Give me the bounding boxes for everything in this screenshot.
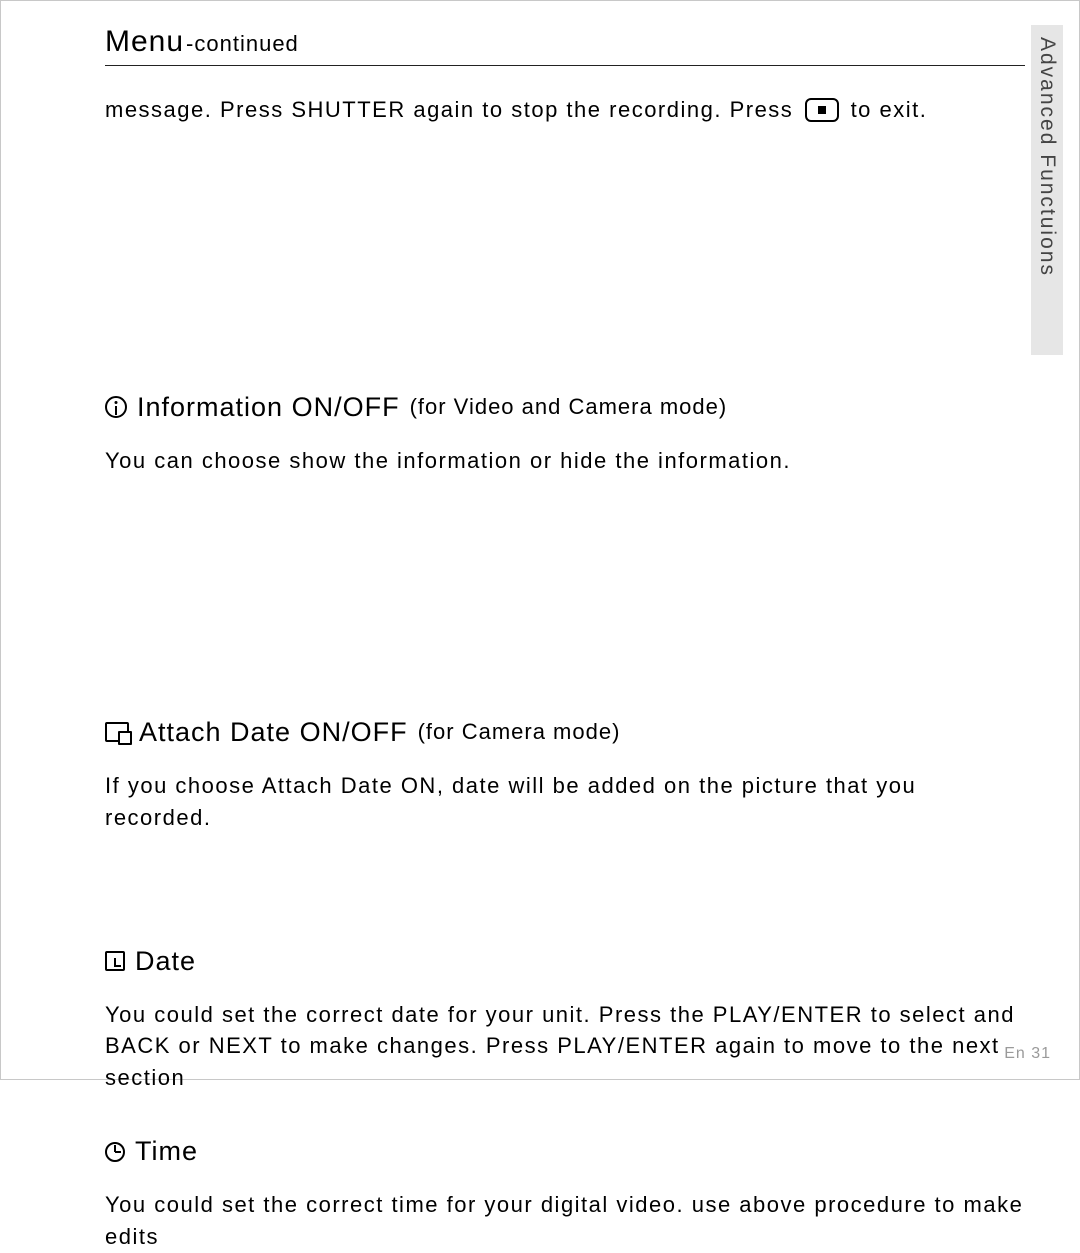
section-date: Date You could set the correct date for … <box>105 946 1025 1095</box>
section-body: You can choose show the information or h… <box>105 445 1025 477</box>
section-tab-label: Advanced Functuions <box>1035 37 1059 277</box>
intro-text-1: message. Press SHUTTER again to stop the… <box>105 97 793 122</box>
calendar-icon <box>105 951 125 971</box>
attach-date-icon <box>105 722 129 742</box>
section-title: Time <box>135 1136 198 1167</box>
section-title: Attach Date ON/OFF <box>139 717 408 748</box>
spacer <box>105 1116 1025 1132</box>
page-number: En 31 <box>1004 1045 1051 1063</box>
section-heading: Attach Date ON/OFF (for Camera mode) <box>105 717 1025 748</box>
intro-paragraph: message. Press SHUTTER again to stop the… <box>105 94 1025 126</box>
clock-icon <box>105 1142 125 1162</box>
section-heading: Date <box>105 946 1025 977</box>
section-body: You could set the correct time for your … <box>105 1189 1025 1253</box>
section-body: If you choose Attach Date ON, date will … <box>105 770 1025 834</box>
section-attach-date: Attach Date ON/OFF (for Camera mode) If … <box>105 717 1025 834</box>
section-title: Information ON/OFF <box>137 392 400 423</box>
section-mode: (for Video and Camera mode) <box>410 394 728 420</box>
stop-button-icon <box>805 98 839 122</box>
section-mode: (for Camera mode) <box>418 719 621 745</box>
section-title: Date <box>135 946 196 977</box>
section-time: Time You could set the correct time for … <box>105 1136 1025 1253</box>
spacer <box>105 499 1025 685</box>
manual-page: Advanced Functuions Menu -continued mess… <box>0 0 1080 1080</box>
content-area: Menu -continued message. Press SHUTTER a… <box>105 25 1025 1253</box>
page-title-row: Menu -continued <box>105 25 1025 66</box>
page-title: Menu <box>105 25 184 59</box>
intro-text-2: to exit. <box>851 97 928 122</box>
section-information: Information ON/OFF (for Video and Camera… <box>105 392 1025 477</box>
section-heading: Time <box>105 1136 1025 1167</box>
spacer <box>105 856 1025 914</box>
section-tab: Advanced Functuions <box>1031 25 1063 355</box>
spacer <box>105 148 1025 360</box>
info-icon <box>105 396 127 418</box>
page-title-suffix: -continued <box>186 31 299 57</box>
section-heading: Information ON/OFF (for Video and Camera… <box>105 392 1025 423</box>
